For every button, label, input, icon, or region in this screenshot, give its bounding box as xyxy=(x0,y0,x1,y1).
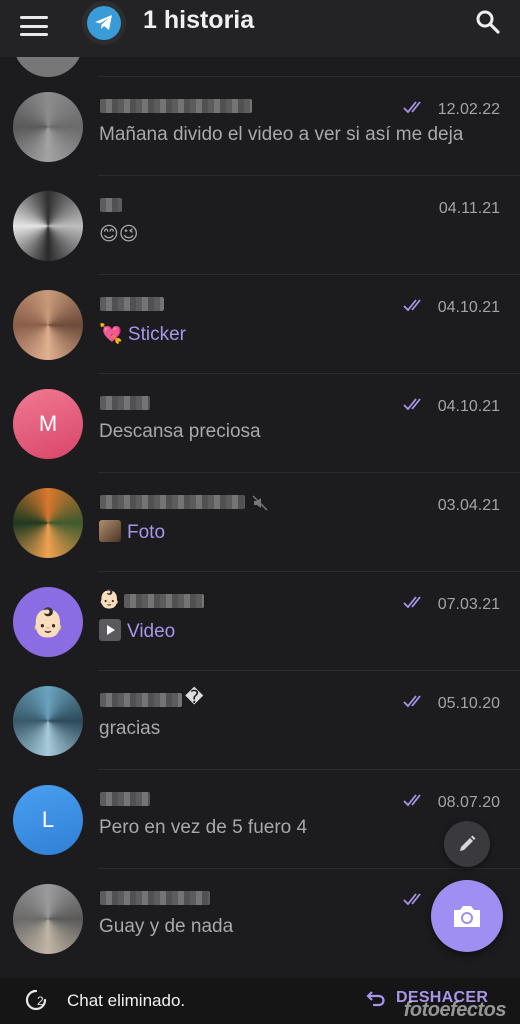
chat-last-message: Foto xyxy=(99,520,165,544)
chat-item[interactable]: M 04.10.21 Descansa preciosa xyxy=(0,374,520,473)
chat-date: 04.10.21 xyxy=(437,299,500,316)
chat-last-message: 💘 Sticker xyxy=(99,324,187,345)
chat-last-message: Pero en vez de 5 fuero 4 xyxy=(99,817,308,838)
chat-date: 04.10.21 xyxy=(437,398,500,415)
chat-item[interactable]: � 05.10.20 gracias xyxy=(0,671,520,770)
chat-last-message: Video xyxy=(99,619,175,643)
avatar-letter: L xyxy=(41,807,55,832)
chat-item[interactable]: L 08.07.20 Pero en vez de 5 fuero 4 xyxy=(0,770,520,869)
app-title: 1 historia xyxy=(143,6,255,34)
chat-avatar xyxy=(13,686,83,756)
telegram-logo-icon[interactable] xyxy=(82,1,126,45)
chat-item-partial[interactable] xyxy=(0,57,520,77)
read-receipt-icon xyxy=(403,299,421,312)
chat-name-blurred xyxy=(100,297,164,311)
chat-name-blurred xyxy=(100,495,245,509)
chat-name-blurred xyxy=(100,693,182,707)
chat-avatar: L xyxy=(13,785,83,855)
chat-date: 08.07.20 xyxy=(437,794,500,811)
chat-item[interactable]: 04.10.21 💘 Sticker xyxy=(0,275,520,374)
chat-date: 07.03.21 xyxy=(437,596,500,613)
chat-last-message: gracias xyxy=(99,718,161,739)
pencil-icon[interactable] xyxy=(444,821,490,867)
chat-avatar xyxy=(13,191,83,261)
chat-name-blurred xyxy=(100,198,122,212)
name-glyph: � xyxy=(185,687,204,707)
search-icon[interactable] xyxy=(474,8,502,36)
chat-avatar xyxy=(13,884,83,954)
chat-date: 05.10.20 xyxy=(437,695,500,712)
undo-countdown: 2 xyxy=(24,988,48,1012)
chat-list: 12.02.22 Mañana divido el video a ver si… xyxy=(0,57,520,982)
muted-icon xyxy=(252,495,268,511)
chat-name-blurred xyxy=(100,396,150,410)
undo-counter-number: 2 xyxy=(37,994,44,1008)
read-receipt-icon xyxy=(403,893,421,906)
camera-icon[interactable] xyxy=(431,880,503,952)
name-emoji: 👶🏻 xyxy=(98,589,121,609)
watermark: fotoefectos xyxy=(403,999,507,1021)
chat-date: 03.04.21 xyxy=(437,497,500,514)
chat-item[interactable]: 👶🏻 👶🏻 07.03.21 Video xyxy=(0,572,520,671)
chat-date: 12.02.22 xyxy=(437,101,500,118)
read-receipt-icon xyxy=(403,596,421,609)
avatar-letter: M xyxy=(38,411,58,436)
chat-avatar xyxy=(13,488,83,558)
app-bar: 1 historia xyxy=(0,0,520,57)
chat-last-message: Descansa preciosa xyxy=(99,421,261,442)
chat-last-message: 😊😉 xyxy=(99,224,139,245)
chat-last-message: Guay y de nada xyxy=(99,916,234,937)
chat-last-message: Mañana divido el video a ver si así me d… xyxy=(99,124,464,145)
chat-name-blurred xyxy=(100,99,252,113)
chat-item[interactable]: 04.11.21 😊😉 xyxy=(0,176,520,275)
photo-thumbnail xyxy=(99,520,121,542)
snackbar: 2 Chat eliminado. DESHACER fotoefectos xyxy=(0,978,520,1024)
hamburger-menu-icon[interactable] xyxy=(20,14,48,38)
chat-name-blurred xyxy=(124,594,204,608)
chat-avatar: 👶🏻 xyxy=(13,587,83,657)
read-receipt-icon xyxy=(403,794,421,807)
avatar-emoji: 👶🏻 xyxy=(30,606,66,638)
snackbar-text: Chat eliminado. xyxy=(67,991,186,1010)
read-receipt-icon xyxy=(403,695,421,708)
chat-avatar xyxy=(13,92,83,162)
chat-avatar xyxy=(13,57,83,77)
read-receipt-icon xyxy=(403,101,421,114)
chat-avatar xyxy=(13,290,83,360)
chat-name-blurred xyxy=(100,891,210,905)
chat-avatar: M xyxy=(13,389,83,459)
chat-name-blurred xyxy=(100,792,150,806)
chat-item[interactable]: 03.04.21 Foto xyxy=(0,473,520,572)
read-receipt-icon xyxy=(403,398,421,411)
video-thumbnail-icon xyxy=(99,619,121,641)
chat-item[interactable]: 12.02.22 Mañana divido el video a ver si… xyxy=(0,77,520,176)
undo-icon xyxy=(366,991,385,1007)
chat-date: 04.11.21 xyxy=(438,200,500,217)
